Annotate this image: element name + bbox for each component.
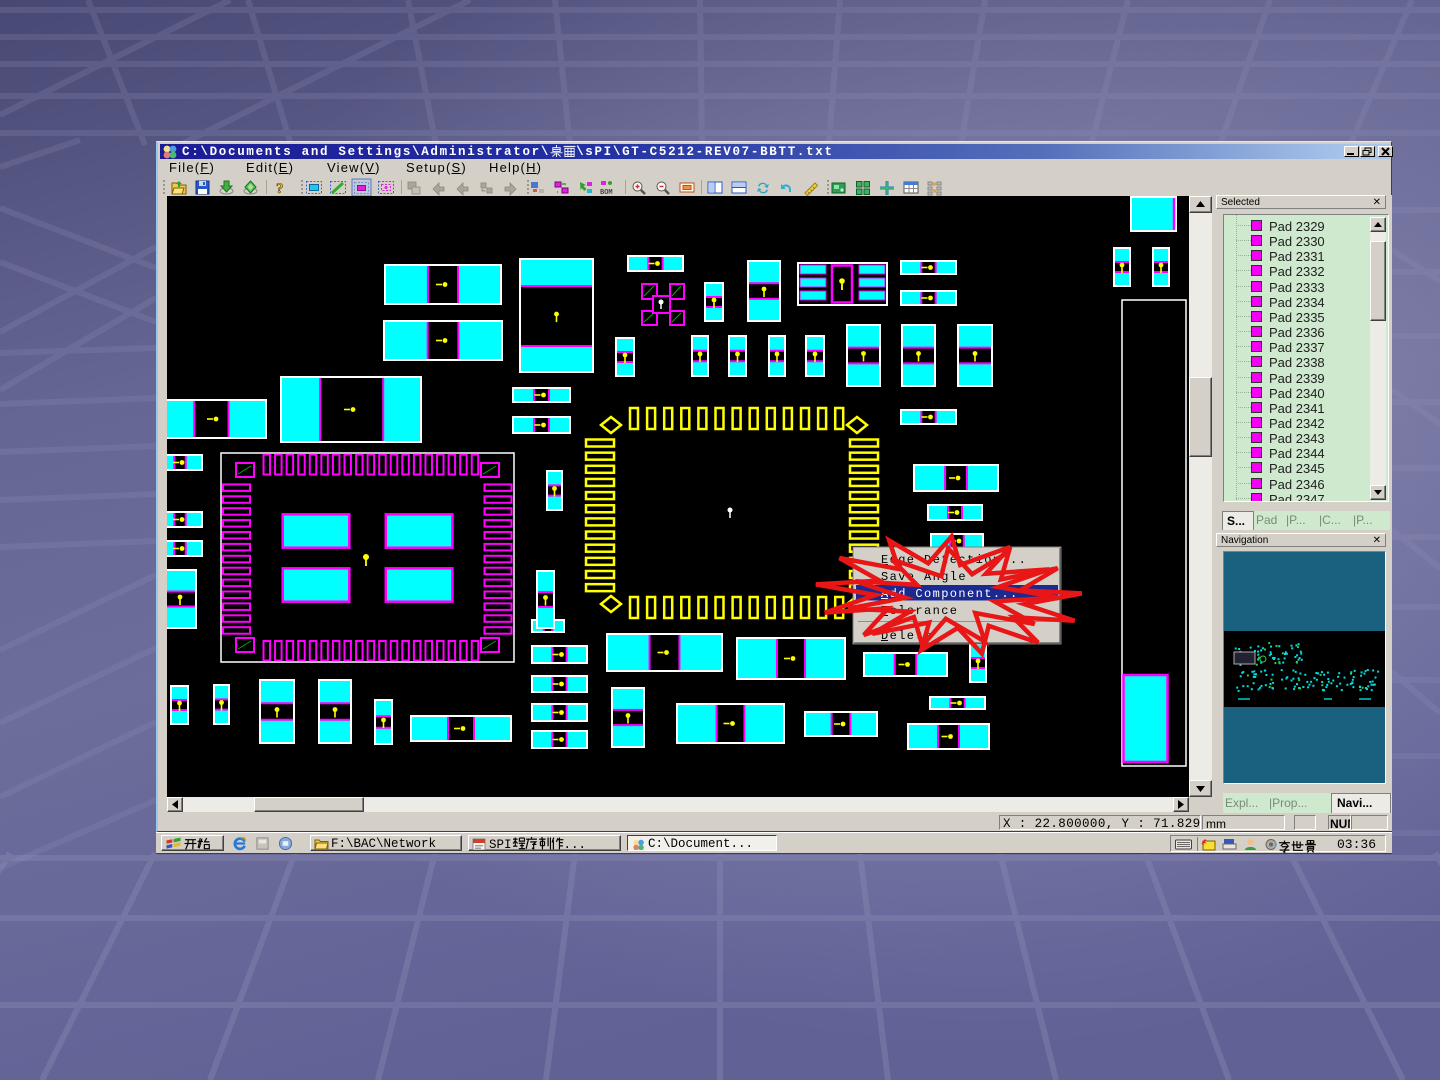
svg-text:?: ? [276, 181, 284, 196]
svg-text:BOM: BOM [600, 189, 613, 196]
